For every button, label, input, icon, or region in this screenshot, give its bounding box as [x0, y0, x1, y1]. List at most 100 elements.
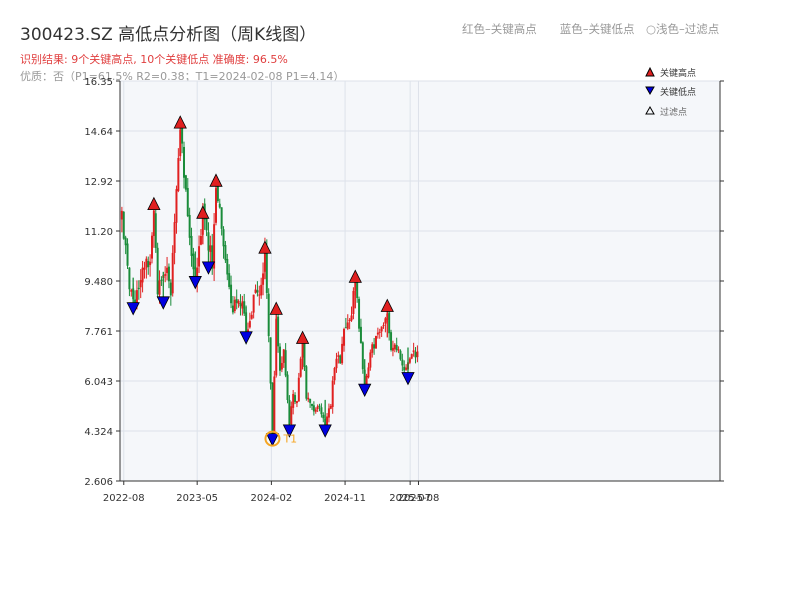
candle-body [416, 351, 418, 357]
y-tick-label: 11.20 [84, 227, 113, 238]
candle-body [147, 261, 149, 267]
candle-body [303, 342, 305, 367]
candle-body [217, 186, 219, 201]
candle-body [234, 300, 236, 311]
y-tick-label: 4.324 [84, 427, 113, 438]
candle-body [236, 299, 238, 303]
candle-body [341, 344, 343, 363]
candle-body [149, 262, 151, 265]
candle-body [330, 406, 332, 409]
candle-body [320, 407, 322, 414]
candle-body [411, 354, 413, 358]
candle-body [123, 212, 125, 239]
candle-body [307, 398, 309, 400]
candle-body [311, 404, 313, 406]
candle-body [221, 207, 223, 229]
candle-body [183, 147, 185, 178]
candle-body [172, 253, 174, 293]
candle-body [270, 337, 272, 383]
candle-body [239, 303, 241, 306]
candle-body [140, 280, 142, 287]
candle-body [130, 290, 132, 292]
candle-body [219, 204, 221, 208]
candle-body [192, 254, 194, 270]
candle-body [166, 268, 168, 273]
candle-body [309, 399, 311, 403]
candle-body [160, 280, 162, 281]
candle-body [319, 406, 321, 407]
candle-body [224, 245, 226, 260]
y-tick-label: 14.64 [84, 127, 113, 138]
candle-body [345, 327, 347, 328]
candle-body [209, 245, 211, 252]
candle-body [251, 315, 253, 319]
candle-body [281, 363, 283, 370]
candle-body [198, 246, 200, 266]
candle-body [177, 158, 179, 191]
candle-body [343, 329, 345, 346]
candle-body [143, 268, 145, 270]
candle-body [375, 336, 377, 349]
candle-body [403, 367, 405, 371]
candle-body [142, 268, 144, 283]
candle-body [260, 285, 262, 296]
candle-body [127, 244, 129, 266]
y-tick-label: 2.606 [84, 477, 113, 488]
candle-body [157, 248, 159, 295]
candle-body [337, 355, 339, 357]
x-tick-label: 2022-08 [103, 493, 145, 504]
candle-body [241, 301, 243, 308]
candle-body [298, 378, 300, 402]
candle-body [409, 359, 411, 363]
candle-body [121, 211, 123, 220]
candle-body [313, 405, 315, 411]
candle-body [228, 273, 230, 287]
candle-body [352, 291, 354, 314]
candle-body [294, 395, 296, 402]
candle-body [315, 409, 317, 411]
candle-body [145, 259, 147, 268]
candle-body [125, 238, 127, 246]
candle-body [339, 356, 341, 364]
candle-body [349, 320, 351, 321]
y-tick-label: 6.043 [84, 377, 113, 388]
x-tick-label: 2024-02 [250, 493, 292, 504]
candle-body [170, 283, 172, 296]
y-tick-label: 16.35 [84, 77, 113, 88]
candle-body [223, 229, 225, 246]
candle-body [351, 315, 353, 320]
candle-body [249, 321, 251, 327]
candle-body [401, 360, 403, 366]
y-tick-label: 9.480 [84, 277, 113, 288]
legend-label-filtered: 过滤点 [660, 106, 687, 118]
candle-body [381, 326, 383, 331]
candle-body [206, 218, 208, 231]
x-tick-label: 2025-07 [389, 493, 431, 504]
candle-body [256, 290, 258, 292]
candle-body [388, 312, 390, 333]
candle-body [128, 268, 130, 290]
kline-chart: T1 16.3514.6412.9211.209.4807.7616.0434.… [0, 0, 800, 600]
candle-body [296, 401, 298, 403]
t1-label: T1 [282, 433, 297, 446]
candle-body [317, 406, 319, 409]
candle-body [243, 301, 245, 313]
candle-body [187, 188, 189, 216]
candle-body [398, 349, 400, 350]
candle-body [232, 306, 234, 313]
candle-body [238, 301, 240, 304]
candle-body [174, 222, 176, 253]
candle-body [322, 415, 324, 418]
candle-body [358, 299, 360, 329]
x-tick-label: 2023-05 [176, 493, 218, 504]
candle-body [373, 344, 375, 348]
candle-body [392, 348, 394, 351]
candle-body [383, 325, 385, 326]
candle-body [175, 189, 177, 223]
candle-body [181, 127, 183, 144]
candle-body [405, 368, 407, 370]
candle-body [159, 280, 161, 294]
candle-body [230, 285, 232, 304]
legend-marker-high [646, 68, 654, 76]
candle-body [305, 366, 307, 398]
